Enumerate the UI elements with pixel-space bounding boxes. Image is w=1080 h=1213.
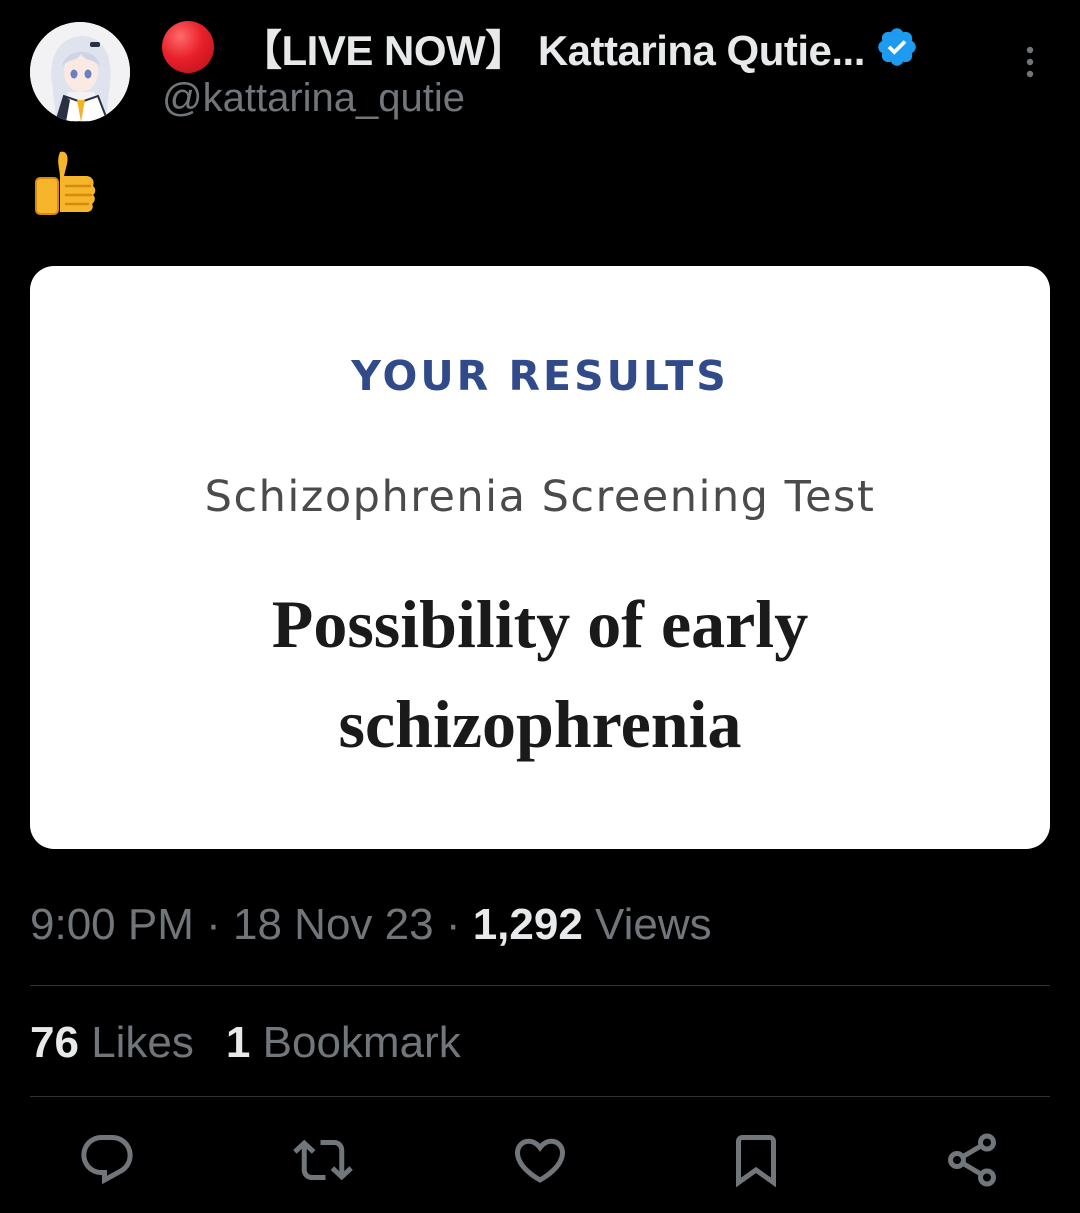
- post-header: 【LIVE NOW】 Kattarina Qutie... @kattarina…: [30, 21, 1050, 122]
- avatar-image: [30, 22, 130, 122]
- bookmark-button[interactable]: [726, 1130, 786, 1190]
- reply-icon: [81, 1135, 133, 1185]
- divider: [30, 985, 1050, 986]
- share-button[interactable]: [942, 1130, 1002, 1190]
- card-result-line1: Possibility of early: [271, 586, 809, 662]
- red-circle-icon: [162, 21, 214, 73]
- author-name-line[interactable]: 【LIVE NOW】 Kattarina Qutie...: [162, 21, 919, 74]
- post-stats: 76 Likes 1 Bookmark: [30, 1018, 461, 1068]
- bookmarks-stat[interactable]: 1 Bookmark: [226, 1018, 461, 1067]
- repost-button[interactable]: [293, 1130, 353, 1190]
- card-result: Possibility of early schizophrenia: [0, 574, 1080, 774]
- post-date[interactable]: 18 Nov 23: [233, 900, 434, 949]
- post-text: 👍: [30, 148, 100, 220]
- views-count: 1,292: [472, 900, 583, 949]
- likes-count: 76: [30, 1018, 79, 1067]
- likes-label: Likes: [91, 1018, 194, 1067]
- card-heading: YOUR RESULTS: [351, 352, 729, 400]
- meta-separator: ·: [445, 900, 461, 949]
- like-button[interactable]: [510, 1130, 570, 1190]
- post-time[interactable]: 9:00 PM: [30, 900, 194, 949]
- heart-icon: [514, 1138, 566, 1183]
- bookmark-icon: [736, 1135, 776, 1188]
- divider: [30, 1096, 1050, 1097]
- reply-button[interactable]: [77, 1130, 137, 1190]
- more-vertical-icon[interactable]: [1018, 44, 1042, 84]
- meta-separator: ·: [206, 900, 221, 949]
- card-result-line2: schizophrenia: [338, 686, 742, 762]
- thumbs-up-icon: 👍: [35, 151, 96, 215]
- share-icon: [948, 1133, 996, 1187]
- likes-stat[interactable]: 76 Likes: [30, 1018, 194, 1067]
- author-handle[interactable]: @kattarina_qutie: [162, 76, 465, 121]
- post-meta: 9:00 PM · 18 Nov 23 · 1,292 Views: [30, 900, 712, 950]
- action-bar: [0, 1130, 1080, 1190]
- bookmarks-count: 1: [225, 1018, 251, 1067]
- verified-badge-icon: [878, 28, 916, 66]
- bookmarks-label: Bookmark: [262, 1018, 461, 1067]
- views-label: Views: [595, 900, 712, 949]
- card-subtitle: Schizophrenia Screening Test: [204, 472, 876, 522]
- author-display-name[interactable]: 【LIVE NOW】 Kattarina Qutie...: [240, 17, 865, 78]
- repost-icon: [293, 1139, 353, 1181]
- avatar[interactable]: [30, 22, 130, 122]
